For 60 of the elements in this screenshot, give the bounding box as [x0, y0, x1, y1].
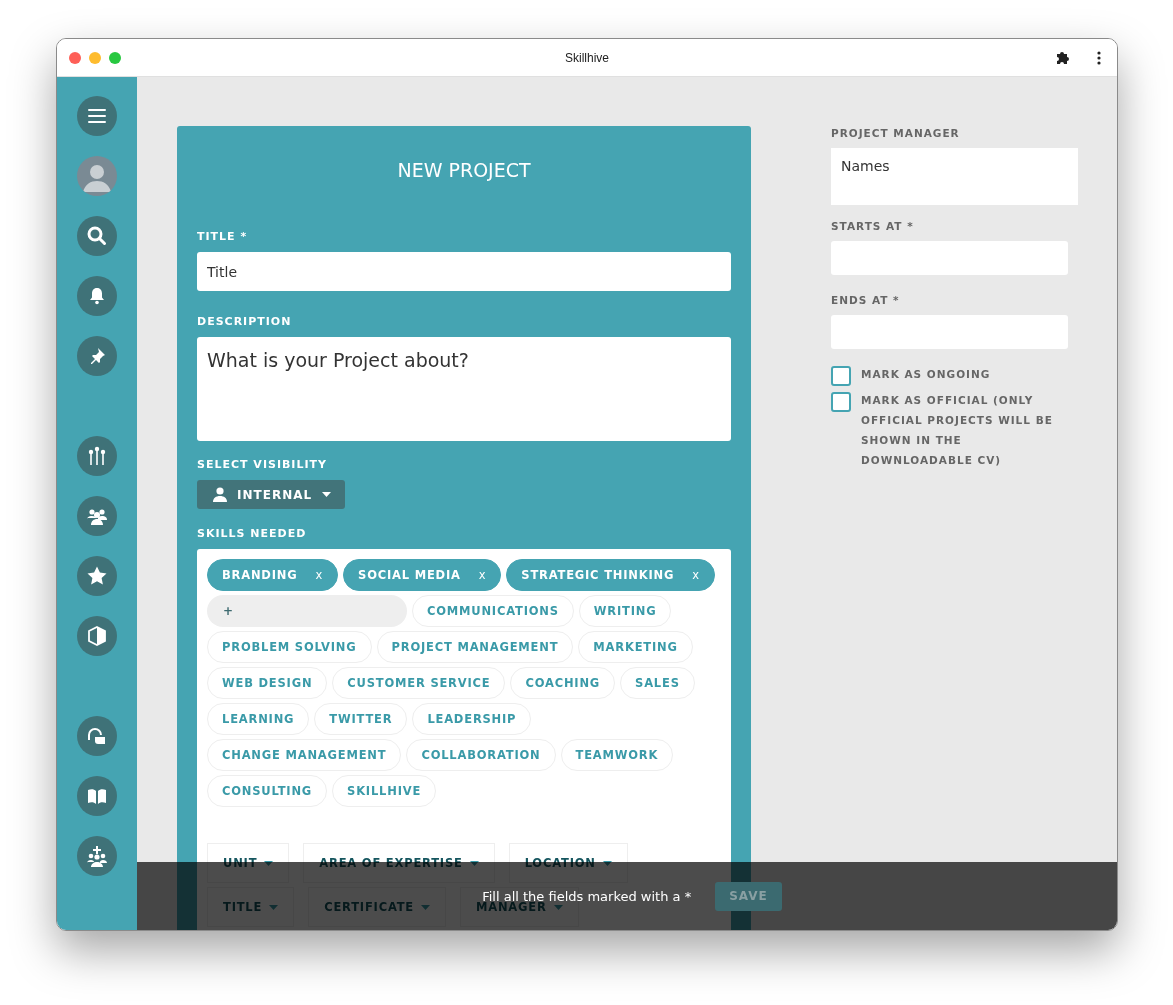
more-options-icon[interactable]: [1097, 50, 1101, 65]
chat-icon: [86, 725, 108, 747]
pin-button[interactable]: [77, 336, 117, 376]
skill-suggestion[interactable]: CUSTOMER SERVICE: [332, 667, 506, 699]
checkbox[interactable]: [831, 392, 851, 412]
people-button[interactable]: [77, 496, 117, 536]
skill-suggestion[interactable]: COACHING: [510, 667, 616, 699]
skill-suggestion[interactable]: PROJECT MANAGEMENT: [376, 631, 574, 663]
notifications-button[interactable]: [77, 276, 117, 316]
field-label: SELECT VISIBILITY: [197, 458, 329, 471]
star-icon: [86, 565, 108, 587]
chat-button[interactable]: [77, 716, 117, 756]
field-label: SKILLS NEEDED: [197, 527, 308, 540]
checkbox-label: MARK AS OFFICIAL (ONLY OFFICIAL PROJECTS WILL BE SHOWN IN THE DOWNLOADABLE CV): [861, 393, 1054, 468]
skill-suggestion[interactable]: COLLABORATION: [406, 739, 556, 771]
search-button[interactable]: [77, 216, 117, 256]
add-skill-field[interactable]: +: [207, 595, 407, 627]
skill-suggestion[interactable]: TEAMWORK: [560, 739, 674, 771]
skill-suggestion[interactable]: MARKETING: [578, 631, 693, 663]
pins-icon: [86, 445, 108, 467]
field-label: DESCRIPTION: [197, 315, 293, 328]
project-manager-field[interactable]: Names: [831, 148, 1078, 205]
caret-icon: [322, 492, 332, 497]
window-title: Skillhive: [565, 50, 609, 65]
visibility-dropdown[interactable]: INTERNAL: [197, 480, 346, 509]
add-people-icon: [86, 845, 108, 867]
skill-tag[interactable]: SOCIAL MEDIA x: [343, 559, 502, 591]
puzzle-icon[interactable]: [1055, 49, 1071, 66]
cube-icon: [86, 625, 108, 647]
skill-tag[interactable]: BRANDING x: [207, 559, 339, 591]
checkbox-label: MARK AS ONGOING: [861, 367, 991, 382]
close-button[interactable]: [69, 51, 81, 64]
skill-suggestion[interactable]: CONSULTING: [207, 775, 328, 807]
form-title: NEW PROJECT: [396, 159, 532, 181]
skill-suggestion[interactable]: LEADERSHIP: [412, 703, 532, 735]
skill-suggestion[interactable]: WRITING: [578, 595, 672, 627]
skill-suggestion[interactable]: COMMUNICATIONS: [412, 595, 574, 627]
person-icon: [213, 487, 227, 502]
checkbox[interactable]: [831, 366, 851, 386]
title-field[interactable]: Title: [197, 252, 731, 291]
skill-suggestion[interactable]: TWITTER: [314, 703, 408, 735]
book-button[interactable]: [77, 776, 117, 816]
skill-suggestion[interactable]: CHANGE MANAGEMENT: [207, 739, 402, 771]
skill-suggestion[interactable]: WEB DESIGN: [207, 667, 328, 699]
field-label: ENDS AT *: [831, 294, 901, 306]
skill-suggestion[interactable]: PROBLEM SOLVING: [207, 631, 372, 663]
search-icon: [86, 225, 108, 247]
description-field[interactable]: What is your Project about?: [197, 337, 731, 441]
menu-button[interactable]: [77, 96, 117, 136]
field-label: TITLE *: [197, 230, 249, 243]
add-people-button[interactable]: [77, 836, 117, 876]
skill-suggestion[interactable]: SKILLHIVE: [332, 775, 437, 807]
star-button[interactable]: [77, 556, 117, 596]
cube-button[interactable]: [77, 616, 117, 656]
skill-suggestion[interactable]: SALES: [620, 667, 695, 699]
pins-chart-button[interactable]: [77, 436, 117, 476]
skill-suggestion[interactable]: LEARNING: [207, 703, 310, 735]
field-label: PROJECT MANAGER: [831, 127, 961, 139]
skill-tag[interactable]: STRATEGIC THINKING x: [506, 559, 715, 591]
field-label: STARTS AT *: [831, 220, 915, 232]
